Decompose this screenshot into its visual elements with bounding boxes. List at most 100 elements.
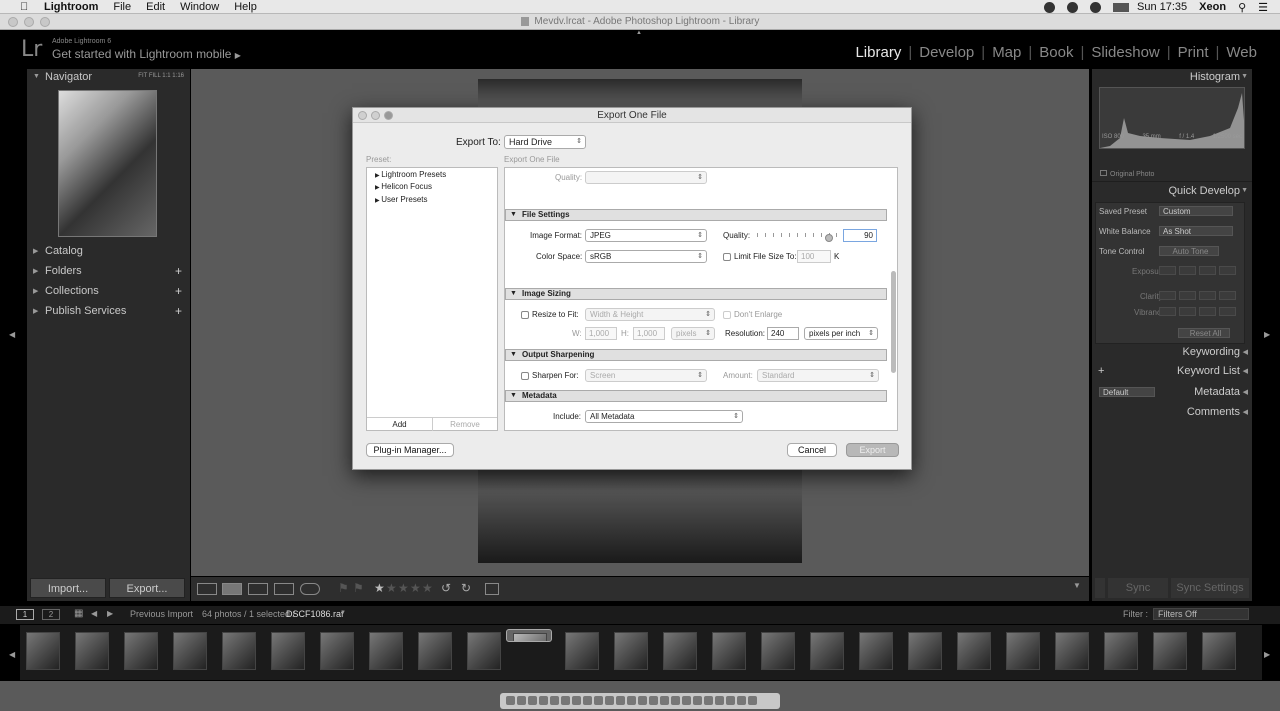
dock-app-icon[interactable]: [572, 696, 581, 705]
dock-app-icon[interactable]: [583, 696, 592, 705]
white-balance-select[interactable]: As Shot: [1159, 226, 1233, 236]
module-develop[interactable]: Develop: [912, 44, 981, 61]
dock-app-icon[interactable]: [550, 696, 559, 705]
dock-app-icon[interactable]: [561, 696, 570, 705]
expand-icon[interactable]: ◀: [1243, 388, 1248, 396]
navigator-header[interactable]: ▼ Navigator FIT FILL 1:1 1:16: [27, 69, 190, 87]
filmstrip-thumb[interactable]: [314, 629, 360, 675]
filmstrip-thumb[interactable]: [265, 629, 311, 675]
quality-input[interactable]: 90: [843, 229, 877, 242]
resolution-input[interactable]: 240: [767, 327, 799, 340]
star-4-icon[interactable]: ★: [410, 581, 421, 595]
filmstrip-thumb-selected[interactable]: [506, 629, 552, 642]
list-icon[interactable]: ☰: [1258, 1, 1268, 14]
include-metadata-select[interactable]: All Metadata ⇕: [585, 410, 743, 423]
dock-app-icon[interactable]: [528, 696, 537, 705]
crop-icon[interactable]: [485, 583, 499, 595]
star-3-icon[interactable]: ★: [398, 581, 409, 595]
back-icon[interactable]: ◀: [91, 609, 97, 618]
export-confirm-button[interactable]: Export: [846, 443, 899, 457]
rotate-left-icon[interactable]: ↺: [441, 581, 451, 595]
amount-select[interactable]: Standard ⇕: [757, 369, 879, 382]
filmstrip-thumb[interactable]: [951, 629, 997, 675]
forward-icon[interactable]: ▶: [107, 609, 113, 618]
output-sharpening-header[interactable]: ▼ Output Sharpening: [505, 349, 887, 361]
resize-to-fit-checkbox[interactable]: [521, 311, 529, 319]
menu-window[interactable]: Window: [180, 1, 219, 13]
filmstrip-thumb[interactable]: [20, 629, 66, 675]
filmstrip-thumb[interactable]: [363, 629, 409, 675]
publish-services-header[interactable]: ▶ Publish Services +: [27, 303, 190, 321]
top-panel-toggle-icon[interactable]: ▲: [636, 30, 642, 36]
expand-icon[interactable]: ◀: [1243, 408, 1248, 416]
histogram-title[interactable]: Histogram: [1190, 71, 1240, 83]
star-5-icon[interactable]: ★: [422, 581, 433, 595]
quality-select-top[interactable]: ⇕: [585, 171, 707, 184]
user-name[interactable]: Xeon: [1199, 1, 1226, 13]
keyword-list-title[interactable]: Keyword List: [1177, 365, 1240, 377]
filmstrip-thumb[interactable]: [559, 629, 605, 675]
expand-icon[interactable]: ◀: [1243, 348, 1248, 356]
plugin-manager-button[interactable]: Plug-in Manager...: [366, 443, 454, 457]
dock-app-icon[interactable]: [539, 696, 548, 705]
dont-enlarge-checkbox[interactable]: [723, 311, 731, 319]
clarity-buttons[interactable]: [1159, 291, 1236, 300]
filmstrip-right-icon[interactable]: ▶: [1264, 650, 1270, 659]
original-photo-toggle[interactable]: Original Photo: [1100, 170, 1154, 178]
dock-app-icon[interactable]: [638, 696, 647, 705]
preset-folder-helicon[interactable]: ▶ Helicon Focus: [375, 182, 432, 191]
dialog-close-button[interactable]: [358, 111, 367, 120]
left-panel-toggle-icon[interactable]: ◀: [9, 330, 15, 339]
navigator-preview[interactable]: [58, 90, 157, 237]
menu-edit[interactable]: Edit: [146, 1, 165, 13]
import-button[interactable]: Import...: [30, 578, 106, 598]
filter-select[interactable]: Filters Off: [1153, 608, 1249, 620]
creative-cloud-icon[interactable]: [1044, 1, 1055, 13]
module-book[interactable]: Book: [1032, 44, 1080, 61]
right-panel-toggle-icon[interactable]: ▶: [1264, 330, 1270, 339]
vibrance-buttons[interactable]: [1159, 307, 1236, 316]
collapse-icon[interactable]: ▼: [1241, 73, 1248, 80]
sync-settings-button[interactable]: Sync Settings: [1171, 578, 1249, 598]
filmstrip-thumb[interactable]: [755, 629, 801, 675]
collections-header[interactable]: ▶ Collections +: [27, 283, 190, 301]
filmstrip-thumb[interactable]: [1098, 629, 1144, 675]
status-icon[interactable]: [1067, 1, 1078, 13]
limit-file-size-checkbox[interactable]: [723, 253, 731, 261]
filmstrip-thumb[interactable]: [804, 629, 850, 675]
flag-reject-icon[interactable]: ⚑: [353, 581, 364, 595]
dock-app-icon[interactable]: [594, 696, 603, 705]
clock[interactable]: Sun 17:35: [1137, 1, 1187, 13]
navigator-zoom-modes[interactable]: FIT FILL 1:1 1:16: [138, 73, 184, 79]
selected-filename[interactable]: DSCF1086.raf: [286, 609, 344, 619]
reset-all-button[interactable]: Reset All: [1178, 328, 1230, 338]
filmstrip-left-icon[interactable]: ◀: [9, 650, 15, 659]
image-format-select[interactable]: JPEG ⇕: [585, 229, 707, 242]
preset-folder-user[interactable]: ▶ User Presets: [375, 195, 428, 204]
search-icon[interactable]: ⚲: [1238, 1, 1246, 14]
auto-tone-button[interactable]: Auto Tone: [1159, 246, 1219, 256]
file-settings-header[interactable]: ▼ File Settings: [505, 209, 887, 221]
filmstrip-thumb[interactable]: [608, 629, 654, 675]
cancel-button[interactable]: Cancel: [787, 443, 837, 457]
dialog-zoom-button[interactable]: [384, 111, 393, 120]
filmstrip-thumb[interactable]: [1000, 629, 1046, 675]
sharpen-for-select[interactable]: Screen ⇕: [585, 369, 707, 382]
folders-header[interactable]: ▶ Folders +: [27, 263, 190, 281]
settings-scrollbar[interactable]: [891, 271, 896, 373]
dock-app-icon[interactable]: [737, 696, 746, 705]
dock-app-icon[interactable]: [671, 696, 680, 705]
dock-app-icon[interactable]: [517, 696, 526, 705]
comments-title[interactable]: Comments: [1187, 406, 1240, 418]
metadata-header[interactable]: ▼ Metadata: [505, 390, 887, 402]
survey-view-icon[interactable]: [274, 583, 294, 595]
dock-app-icon[interactable]: [616, 696, 625, 705]
apple-icon[interactable]: : [20, 1, 34, 13]
dock-app-icon[interactable]: [726, 696, 735, 705]
image-sizing-header[interactable]: ▼ Image Sizing: [505, 288, 887, 300]
dock-app-icon[interactable]: [627, 696, 636, 705]
chevron-down-icon[interactable]: ▼: [340, 610, 346, 616]
dock-app-icon[interactable]: [506, 696, 515, 705]
window-2-button[interactable]: 2: [42, 609, 60, 620]
saved-preset-select[interactable]: Custom: [1159, 206, 1233, 216]
